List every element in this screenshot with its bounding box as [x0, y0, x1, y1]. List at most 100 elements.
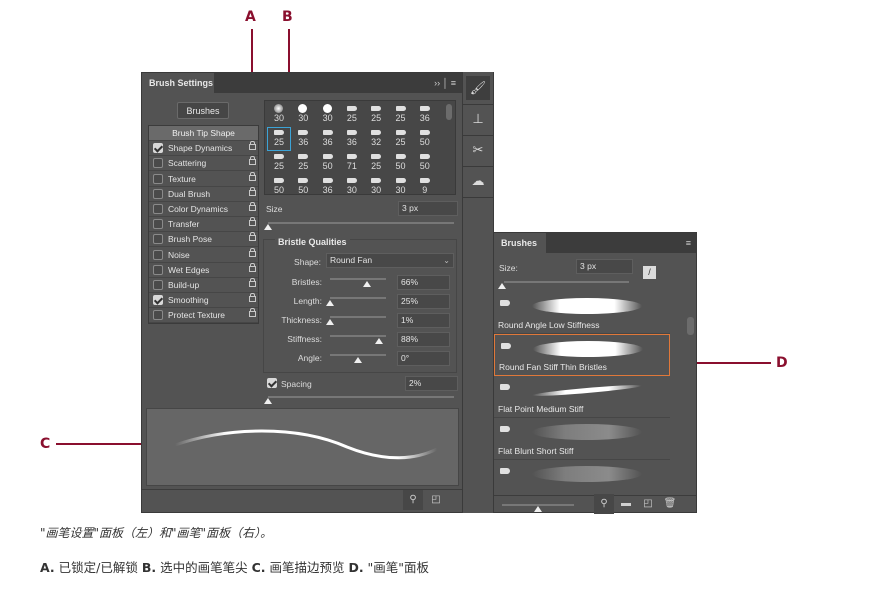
brush-tip[interactable]: 30 — [340, 175, 364, 194]
thumb-size-slider-knob[interactable] — [534, 506, 542, 512]
option-row[interactable]: Protect Texture — [149, 308, 258, 324]
param-slider-knob[interactable] — [326, 319, 334, 325]
option-row[interactable]: Smoothing — [149, 293, 258, 309]
unlock-icon[interactable] — [249, 156, 256, 166]
tab-brushes[interactable]: Brushes — [494, 233, 546, 253]
brush-tip[interactable]: 9 — [413, 175, 437, 194]
option-row[interactable]: Scattering — [149, 156, 258, 172]
trash-icon[interactable]: 🗑 — [660, 494, 680, 514]
param-input[interactable]: 66% — [397, 275, 450, 290]
option-row[interactable]: Shape Dynamics — [149, 141, 258, 157]
brush-tip[interactable]: 36 — [291, 127, 315, 151]
unlock-icon[interactable] — [249, 308, 256, 318]
option-checkbox[interactable] — [153, 295, 163, 306]
param-slider-knob[interactable] — [326, 300, 334, 306]
option-checkbox[interactable] — [153, 249, 163, 260]
brush-tip[interactable]: 25 — [389, 127, 413, 151]
brushes-scrollbar[interactable] — [687, 317, 694, 335]
tools-icon[interactable]: ✂ — [466, 138, 490, 162]
option-row[interactable]: Dual Brush — [149, 186, 258, 202]
brush-tip[interactable]: 30 — [316, 103, 340, 127]
unlock-icon[interactable] — [249, 186, 256, 196]
unlock-icon[interactable] — [249, 247, 256, 257]
unlock-icon[interactable] — [249, 202, 256, 211]
option-checkbox[interactable] — [153, 143, 163, 154]
creative-cloud-icon[interactable]: ☁ — [466, 169, 490, 193]
size-slider-knob[interactable] — [264, 224, 272, 230]
brush-preset-selected[interactable]: Round Fan Stiff Thin Bristles — [494, 334, 670, 376]
param-input[interactable]: 0° — [397, 351, 450, 366]
option-row[interactable]: Texture — [149, 171, 258, 187]
param-input[interactable]: 1% — [397, 313, 450, 328]
new-brush-icon[interactable]: ◰ — [638, 494, 658, 514]
brush-preset[interactable]: Round Angle Low Stiffness — [494, 292, 670, 334]
brush-tip[interactable]: 36 — [413, 103, 437, 127]
brush-tip[interactable]: 30 — [364, 175, 388, 194]
spacing-slider-track[interactable] — [268, 396, 454, 398]
tab-brush-settings[interactable]: Brush Settings — [142, 73, 214, 93]
option-checkbox[interactable] — [153, 188, 163, 199]
brushes-size-slider-knob[interactable] — [498, 283, 506, 289]
toggle-preview-icon[interactable]: ⚲ — [403, 490, 423, 510]
brush-tip[interactable]: 25 — [340, 103, 364, 127]
brush-tip[interactable]: 32 — [364, 127, 388, 151]
brush-tip[interactable]: 71 — [340, 151, 364, 175]
clone-source-icon[interactable]: ⊥ — [466, 107, 490, 131]
option-row[interactable]: Noise — [149, 247, 258, 263]
option-checkbox[interactable] — [153, 173, 163, 184]
panel-menu-controls[interactable]: ›› │ ≡ — [434, 73, 456, 93]
option-checkbox[interactable] — [153, 158, 163, 169]
brushes-size-slider-track[interactable] — [504, 281, 629, 283]
brush-preset[interactable]: Flat Blunt Short Stiff — [494, 418, 670, 460]
param-slider-track[interactable] — [330, 354, 386, 356]
param-slider-knob[interactable] — [354, 357, 362, 363]
brush-tip[interactable]: 36 — [316, 175, 340, 194]
option-row[interactable]: Transfer — [149, 217, 258, 233]
option-checkbox[interactable] — [153, 280, 163, 290]
brush-tip[interactable]: 25 — [364, 151, 388, 175]
brush-tip[interactable]: 25 — [267, 151, 291, 175]
param-slider-knob[interactable] — [375, 338, 384, 344]
brushes-size-input[interactable]: 3 px — [576, 259, 633, 274]
unlock-icon[interactable] — [249, 293, 256, 303]
brush-tip[interactable]: 50 — [316, 151, 340, 175]
param-slider-track[interactable] — [330, 278, 386, 280]
shape-select[interactable]: Round Fan ⌄ — [326, 253, 454, 268]
lock-icon[interactable] — [249, 141, 256, 151]
brush-tip[interactable]: 25 — [267, 127, 291, 151]
brush-tool-icon[interactable]: / — [643, 266, 656, 279]
brush-settings-icon[interactable]: 🖌 — [466, 76, 490, 100]
brush-tip[interactable]: 30 — [291, 103, 315, 127]
param-input[interactable]: 25% — [397, 294, 450, 309]
spacing-checkbox[interactable] — [267, 378, 277, 388]
panel-menu-icon[interactable]: ≡ — [686, 233, 691, 253]
param-slider-track[interactable] — [330, 316, 386, 318]
new-brush-icon[interactable]: ◰ — [426, 490, 446, 510]
option-checkbox[interactable] — [153, 219, 163, 230]
brush-tip[interactable]: 30 — [267, 103, 291, 127]
size-input[interactable]: 3 px — [398, 201, 458, 216]
param-slider-track[interactable] — [330, 297, 386, 299]
brush-tip[interactable]: 36 — [316, 127, 340, 151]
brush-tip[interactable]: 25 — [291, 151, 315, 175]
option-checkbox[interactable] — [153, 264, 163, 275]
toggle-preview-icon[interactable]: ⚲ — [594, 494, 614, 514]
brush-preset[interactable]: Flat Point Medium Stiff — [494, 376, 670, 418]
brush-tip[interactable]: 50 — [291, 175, 315, 194]
brush-tip-shape-item[interactable]: Brush Tip Shape — [149, 126, 258, 141]
brush-tip[interactable]: 50 — [413, 151, 437, 175]
unlock-icon[interactable] — [249, 171, 256, 181]
unlock-icon[interactable] — [249, 278, 256, 287]
new-group-folder-icon[interactable]: ▬ — [616, 494, 636, 514]
brush-tip[interactable]: 50 — [413, 127, 437, 151]
tip-grid-scrollbar[interactable] — [446, 104, 452, 120]
brush-tip[interactable]: 30 — [389, 175, 413, 194]
unlock-icon[interactable] — [249, 232, 256, 242]
option-row[interactable]: Brush Pose — [149, 232, 258, 248]
option-row[interactable]: Wet Edges — [149, 262, 258, 278]
brush-preset[interactable] — [494, 460, 670, 492]
brush-tip[interactable]: 25 — [389, 103, 413, 127]
option-row[interactable]: Build-up — [149, 278, 258, 293]
brush-tip[interactable]: 50 — [267, 175, 291, 194]
unlock-icon[interactable] — [249, 262, 256, 272]
